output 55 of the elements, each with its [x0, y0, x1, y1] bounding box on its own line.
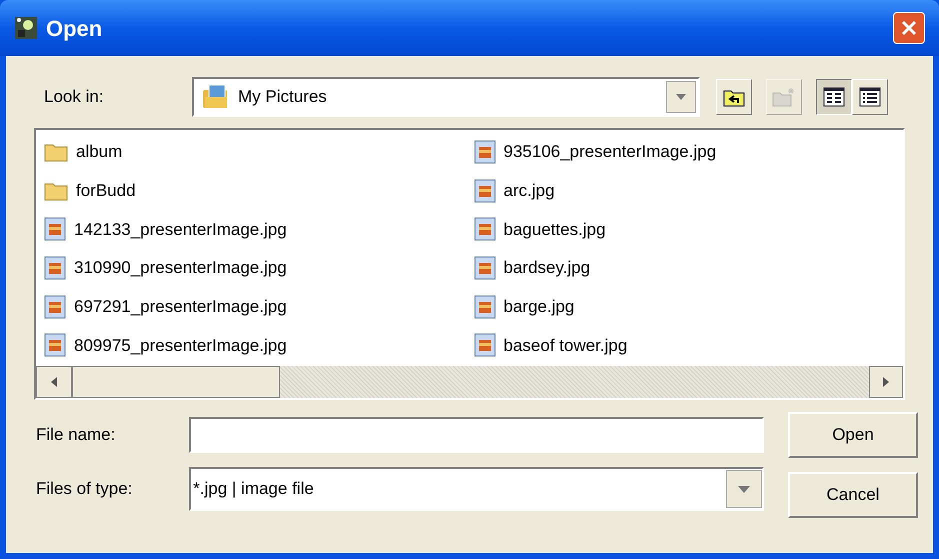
- dialog-button[interactable]: Open: [788, 412, 918, 458]
- horizontal-scrollbar[interactable]: [36, 366, 903, 398]
- file-name[interactable]: 935106_presenterImage.jpg: [504, 139, 716, 165]
- look-in-label: Look in:: [43, 86, 105, 108]
- close-button[interactable]: [893, 12, 925, 44]
- file-name[interactable]: arc.jpg: [504, 178, 555, 204]
- left-arrow-icon: [51, 377, 57, 387]
- image-file-icon: [44, 294, 66, 319]
- new-folder-icon: [772, 87, 796, 107]
- close-icon: [900, 19, 918, 37]
- image-file-icon: [474, 256, 496, 280]
- pictures-folder-icon: [202, 84, 230, 110]
- file-name-label: File name:: [35, 424, 116, 446]
- up-folder-button[interactable]: [716, 79, 752, 115]
- file-name[interactable]: baguettes.jpg: [504, 216, 606, 242]
- image-file-icon: [44, 333, 66, 358]
- file-name[interactable]: 310990_presenterImage.jpg: [74, 255, 287, 281]
- file-name[interactable]: baseof tower.jpg: [504, 332, 628, 358]
- dropdown-button[interactable]: [666, 81, 696, 113]
- files-of-type-value: *.jpg | image file: [193, 478, 315, 500]
- image-file-icon: [474, 140, 496, 164]
- files-of-type-dropdown[interactable]: *.jpg | image file: [189, 467, 764, 511]
- right-arrow-icon: [883, 377, 889, 387]
- look-in-dropdown[interactable]: My Pictures: [192, 77, 700, 117]
- file-name[interactable]: barge.jpg: [504, 294, 574, 320]
- image-file-icon: [44, 256, 66, 280]
- dialog-button[interactable]: Cancel: [788, 472, 918, 518]
- dropdown-button[interactable]: [726, 470, 762, 508]
- image-file-icon: [474, 333, 496, 358]
- file-name[interactable]: 809975_presenterImage.jpg: [74, 332, 287, 358]
- list-view-button[interactable]: [816, 79, 852, 115]
- caret-icon: [738, 486, 750, 492]
- file-name[interactable]: 697291_presenterImage.jpg: [74, 294, 287, 320]
- details-view-icon: [859, 87, 881, 107]
- folder-icon: [44, 180, 68, 201]
- scroll-right-button[interactable]: [869, 366, 903, 398]
- look-in-value: My Pictures: [238, 86, 328, 108]
- file-name[interactable]: forBudd: [76, 178, 136, 204]
- file-name[interactable]: album: [76, 139, 122, 165]
- files-of-type-label: Files of type:: [35, 478, 134, 500]
- image-file-icon: [474, 217, 496, 242]
- image-file-icon: [44, 217, 66, 242]
- scroll-left-button[interactable]: [36, 366, 72, 398]
- caret-icon: [676, 94, 686, 100]
- image-file-icon: [474, 178, 496, 203]
- image-file-icon: [474, 294, 496, 319]
- list-view-icon: [823, 87, 845, 107]
- window-title: Open: [46, 14, 102, 43]
- folder-icon: [44, 142, 68, 162]
- file-name[interactable]: bardsey.jpg: [504, 255, 590, 281]
- scroll-thumb[interactable]: [72, 366, 280, 398]
- file-name[interactable]: 142133_presenterImage.jpg: [74, 216, 287, 242]
- app-icon: [14, 16, 38, 40]
- file-name-field[interactable]: [189, 417, 764, 453]
- details-view-button[interactable]: [852, 79, 888, 115]
